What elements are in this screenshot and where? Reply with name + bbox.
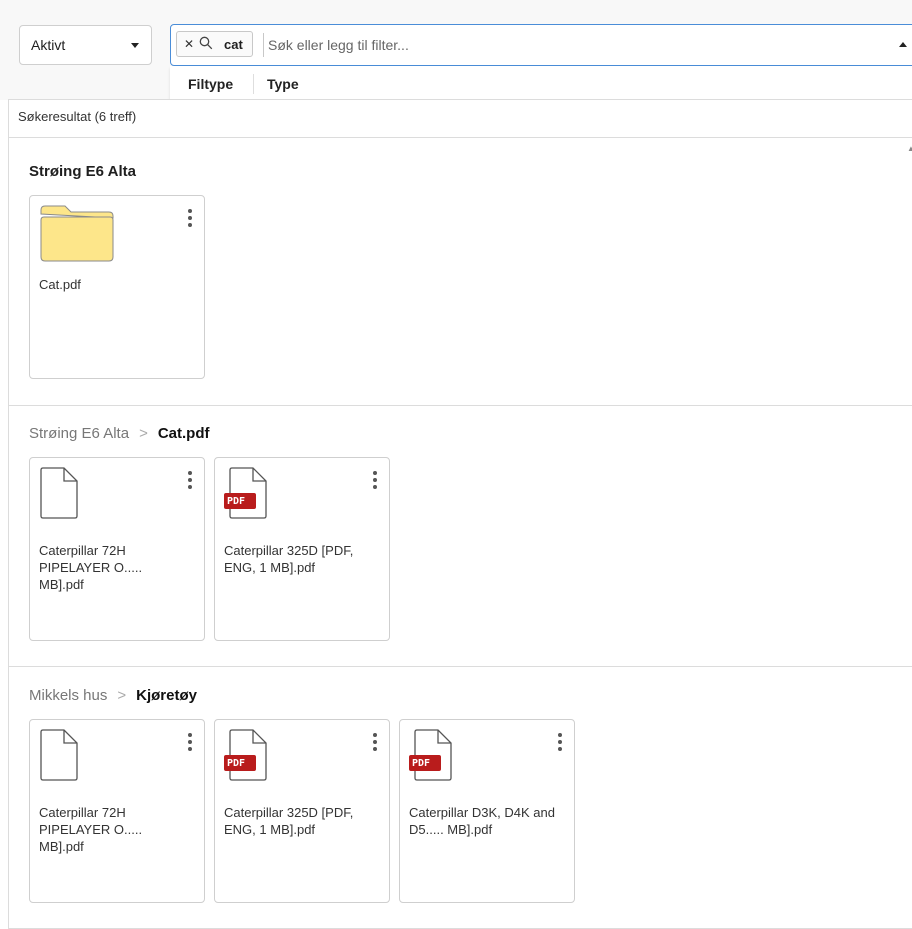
- pdf-file-icon: PDF: [224, 466, 268, 525]
- result-card[interactable]: Caterpillar 72H PIPELAYER O..... MB].pdf: [29, 457, 205, 641]
- search-term-chip[interactable]: ✕ cat: [176, 31, 253, 57]
- breadcrumb-parent[interactable]: Mikkels hus: [29, 687, 107, 704]
- result-card-name: Caterpillar 72H PIPELAYER O..... MB].pdf: [39, 543, 143, 592]
- caret-down-icon: [131, 43, 139, 48]
- more-options-icon[interactable]: [373, 733, 377, 754]
- result-card-name: Cat.pdf: [39, 277, 81, 292]
- result-card-name: Caterpillar D3K, D4K and D5..... MB].pdf: [409, 805, 555, 837]
- result-card[interactable]: Cat.pdf: [29, 195, 205, 379]
- section-title: Strøing E6 Alta: [29, 163, 136, 180]
- remove-chip-icon[interactable]: ✕: [184, 37, 194, 51]
- result-card[interactable]: PDF Caterpillar 325D [PDF, ENG, 1 MB].pd…: [214, 457, 390, 641]
- pdf-file-icon: PDF: [409, 728, 453, 787]
- pdf-badge: PDF: [412, 758, 431, 769]
- more-options-icon[interactable]: [188, 733, 192, 754]
- search-input[interactable]: [263, 33, 888, 57]
- search-results-panel: Søkeresultat (6 treff) ▲ Strøing E6 Alta…: [8, 99, 912, 929]
- breadcrumb-current: Kjøretøy: [136, 687, 197, 704]
- search-box[interactable]: ✕ cat: [170, 24, 912, 66]
- filter-option-filtype[interactable]: Filtype: [188, 76, 233, 92]
- chevron-right-icon: >: [139, 425, 148, 442]
- chevron-right-icon: >: [117, 687, 127, 704]
- result-card[interactable]: Caterpillar 72H PIPELAYER O..... MB].pdf: [29, 719, 205, 903]
- more-options-icon[interactable]: [188, 209, 192, 230]
- filter-divider: [253, 74, 254, 94]
- pdf-badge: PDF: [227, 758, 246, 769]
- pdf-badge: PDF: [227, 496, 246, 507]
- search-icon: [199, 36, 213, 53]
- status-filter-dropdown[interactable]: Aktivt: [19, 25, 152, 65]
- section-divider: [9, 666, 912, 667]
- scroll-up-icon[interactable]: ▲: [907, 144, 912, 153]
- status-filter-value: Aktivt: [31, 37, 66, 53]
- filter-option-type[interactable]: Type: [267, 76, 299, 92]
- more-options-icon[interactable]: [558, 733, 562, 754]
- result-card-name: Caterpillar 325D [PDF, ENG, 1 MB].pdf: [224, 805, 354, 837]
- result-card[interactable]: PDF Caterpillar 325D [PDF, ENG, 1 MB].pd…: [214, 719, 390, 903]
- section-divider: [9, 405, 912, 406]
- folder-icon: [39, 204, 115, 267]
- more-options-icon[interactable]: [373, 471, 377, 492]
- breadcrumb: Mikkels hus > Kjøretøy: [29, 687, 197, 704]
- results-count: Søkeresultat (6 treff): [9, 100, 912, 138]
- top-toolbar: Aktivt ✕ cat Filtype Type: [0, 0, 912, 104]
- document-icon: [39, 728, 79, 787]
- breadcrumb-parent[interactable]: Strøing E6 Alta: [29, 425, 129, 442]
- breadcrumb: Strøing E6 Alta > Cat.pdf: [29, 425, 210, 442]
- breadcrumb-current: Cat.pdf: [157, 425, 210, 442]
- pdf-file-icon: PDF: [224, 728, 268, 787]
- search-chip-text: cat: [224, 37, 243, 52]
- document-icon: [39, 466, 79, 525]
- more-options-icon[interactable]: [188, 471, 192, 492]
- result-card-name: Caterpillar 325D [PDF, ENG, 1 MB].pdf: [224, 543, 354, 575]
- result-card-name: Caterpillar 72H PIPELAYER O..... MB].pdf: [39, 805, 143, 854]
- caret-up-icon[interactable]: [899, 42, 907, 47]
- result-card[interactable]: PDF Caterpillar D3K, D4K and D5..... MB]…: [399, 719, 575, 903]
